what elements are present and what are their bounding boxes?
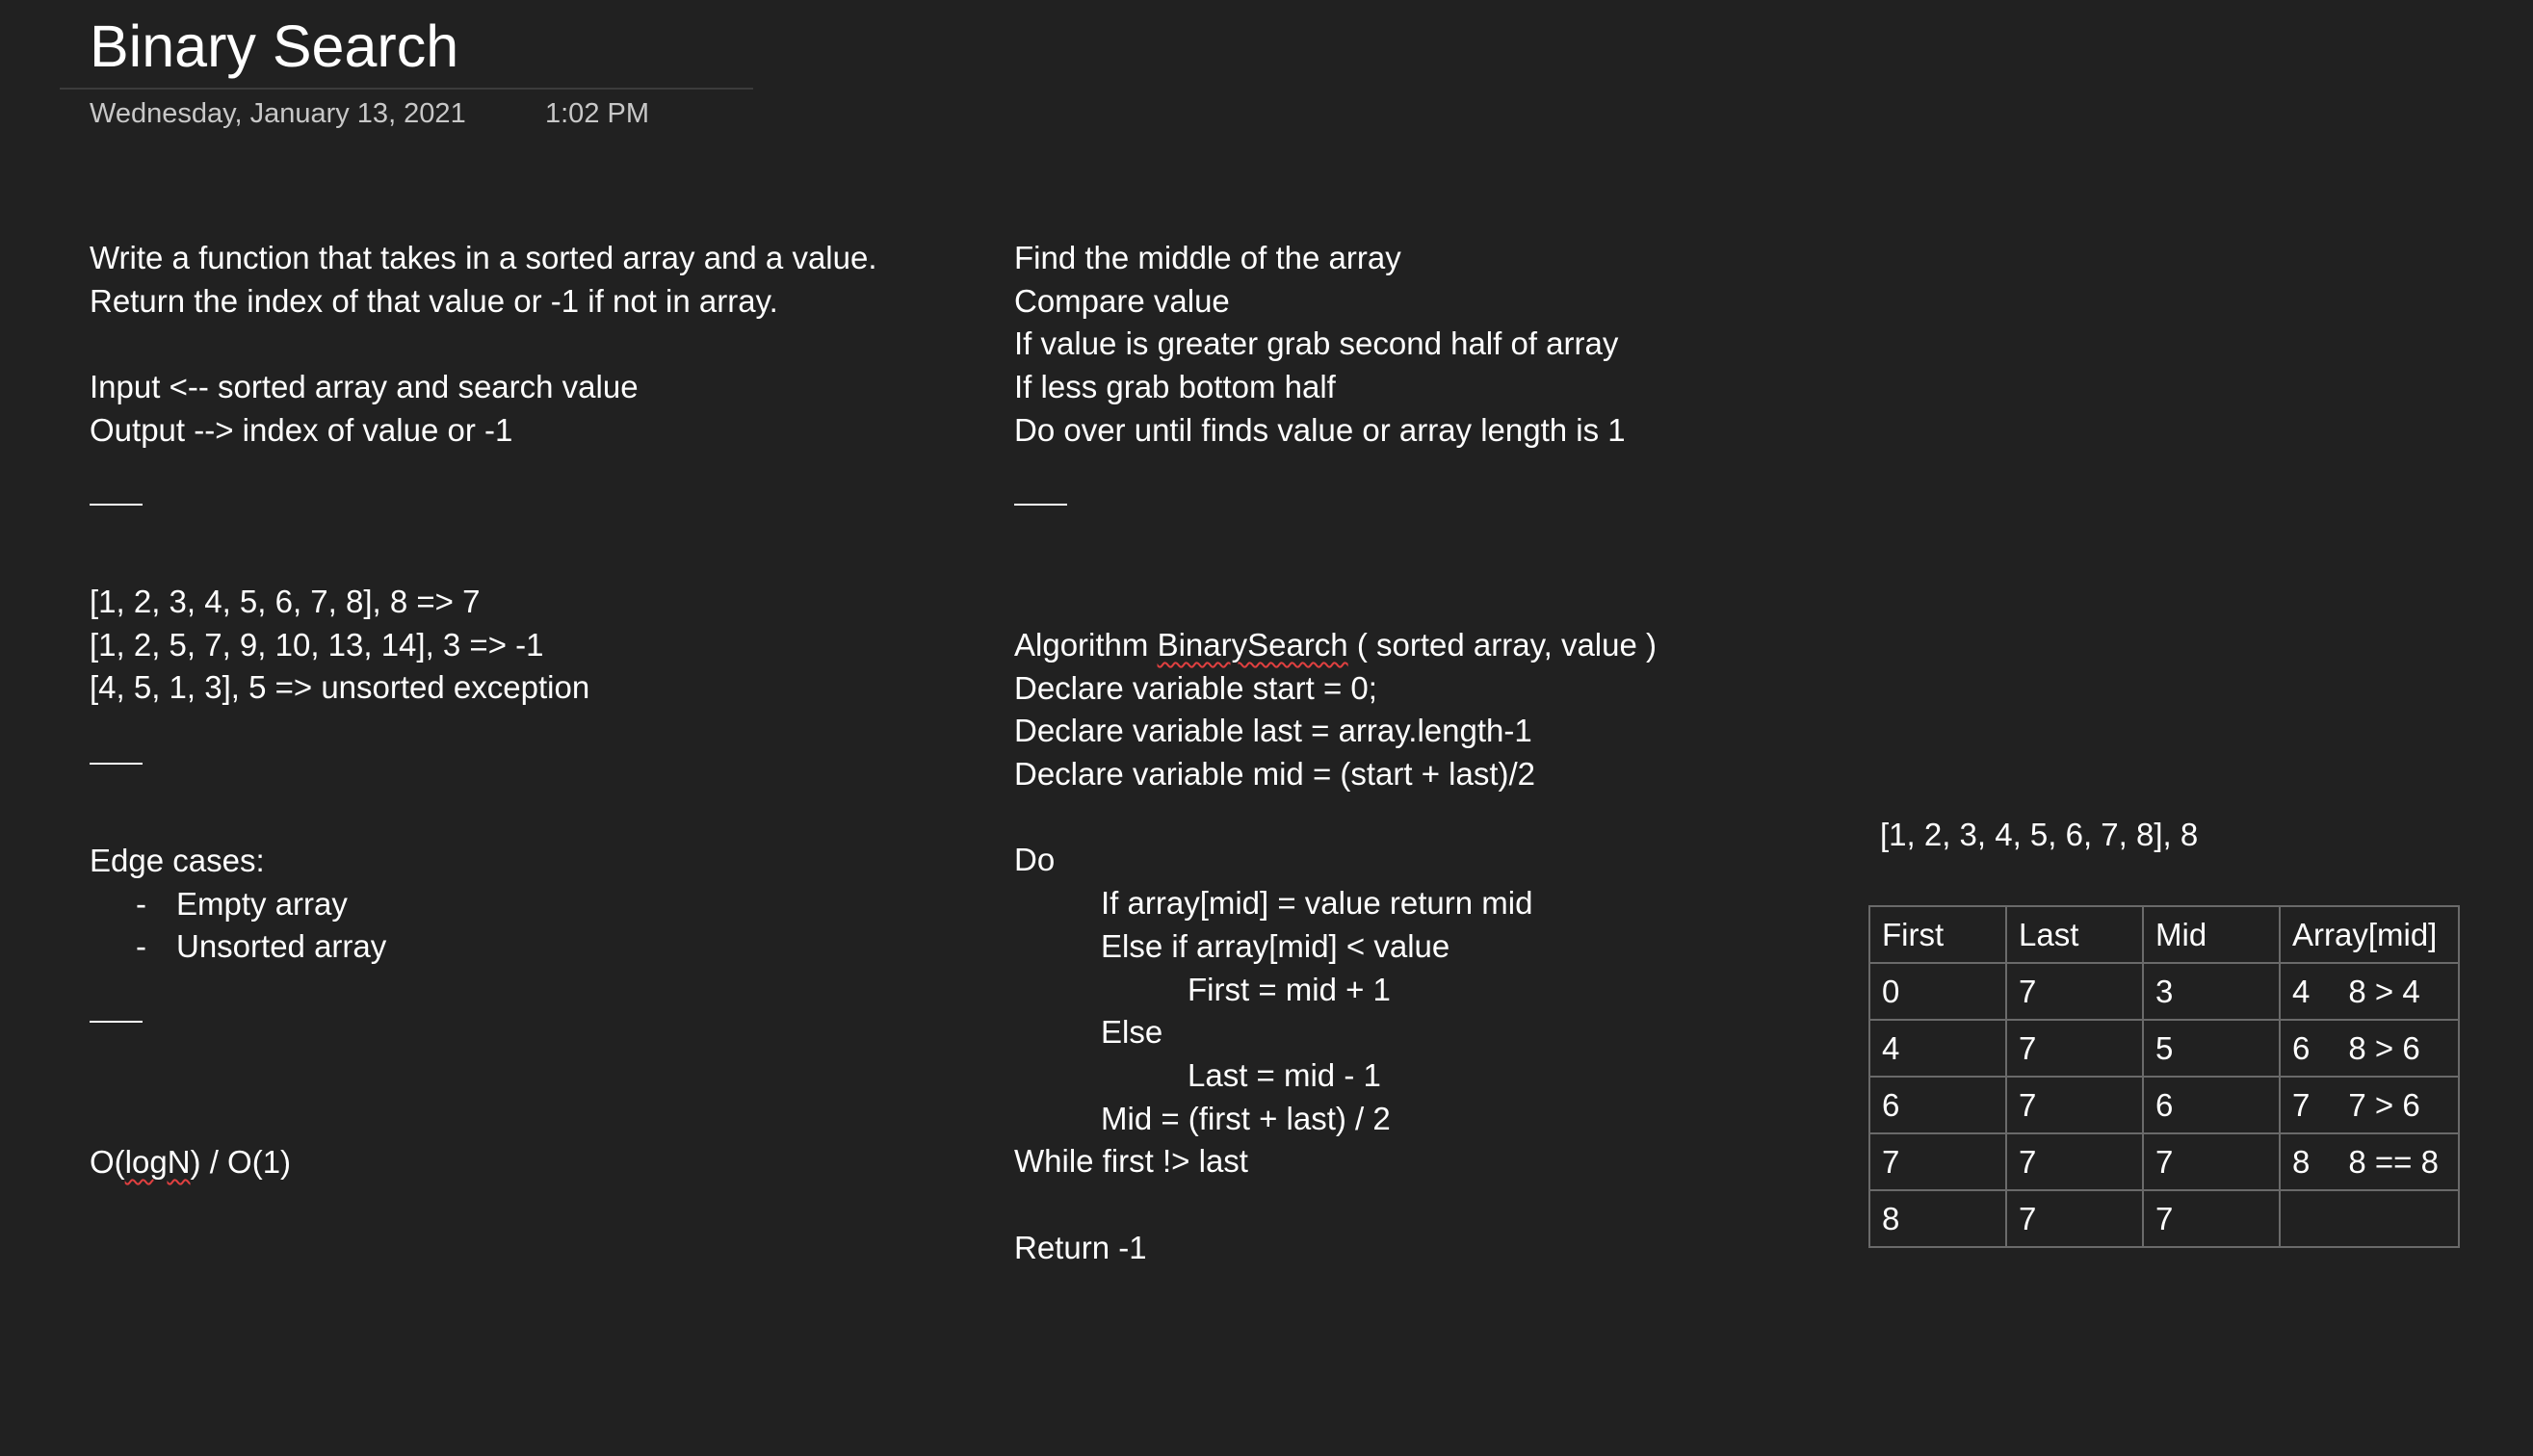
loop-if: If array[mid] = value return mid <box>1101 885 1533 922</box>
loop-else: Else <box>1101 1014 1163 1051</box>
declaration-line: Declare variable start = 0; <box>1014 669 1377 706</box>
cell-value: 8 <box>2292 1143 2311 1180</box>
problem-line: Write a function that takes in a sorted … <box>90 240 877 275</box>
examples-block[interactable]: [1, 2, 3, 4, 5, 6, 7, 8], 8 => 7 [1, 2, … <box>90 581 589 710</box>
algorithm-block[interactable]: Algorithm BinarySearch ( sorted array, v… <box>1014 624 1657 1269</box>
cell-first[interactable]: 7 <box>1868 1132 2007 1191</box>
declaration-line: Declare variable mid = (start + last)/2 <box>1014 756 1536 793</box>
cell-mid[interactable]: 5 <box>2142 1019 2281 1078</box>
column-header-mid[interactable]: Mid <box>2142 905 2281 964</box>
page-date: Wednesday, January 13, 2021 <box>90 98 466 129</box>
cell-array-mid[interactable]: 8 8 == 8 <box>2279 1132 2460 1191</box>
spellcheck-word[interactable]: BinarySearch <box>1158 627 1348 663</box>
table-row: 8 7 7 <box>1868 1189 2460 1248</box>
trace-table[interactable]: First Last Mid Array[mid] 0 7 3 4 8 > 4 4… <box>1868 905 2460 1248</box>
algorithm-signature: Algorithm BinarySearch ( sorted array, v… <box>1014 624 1657 667</box>
cell-last[interactable]: 7 <box>2005 962 2144 1021</box>
cell-mid[interactable]: 7 <box>2142 1189 2281 1248</box>
table-row: 4 7 5 6 8 > 6 <box>1868 1019 2460 1078</box>
return-line: Return -1 <box>1014 1229 1147 1265</box>
algo-suffix: ( sorted array, value ) <box>1347 627 1658 663</box>
section-separator <box>90 504 143 506</box>
complexity-prefix: O( <box>90 1144 125 1180</box>
algo-prefix: Algorithm <box>1014 627 1158 663</box>
complexity-suffix: ) / O(1) <box>190 1144 292 1180</box>
approach-line: Find the middle of the array <box>1014 240 1401 275</box>
approach-line: Compare value <box>1014 282 1230 319</box>
cell-value: 6 <box>2292 1029 2311 1066</box>
cell-last[interactable]: 7 <box>2005 1019 2144 1078</box>
cell-array-mid[interactable]: 4 8 > 4 <box>2279 962 2460 1021</box>
cell-comparison: 8 > 4 <box>2348 973 2420 1009</box>
output-line: Output --> index of value or -1 <box>90 411 513 448</box>
cell-first[interactable]: 0 <box>1868 962 2007 1021</box>
section-separator <box>1014 504 1067 506</box>
edge-cases-title: Edge cases: <box>90 843 265 878</box>
cell-array-mid[interactable] <box>2279 1189 2460 1248</box>
left-note-block[interactable]: Write a function that takes in a sorted … <box>90 237 877 452</box>
loop-mid-assign: Mid = (first + last) / 2 <box>1101 1100 1391 1136</box>
loop-last-assign: Last = mid - 1 <box>1188 1056 1381 1093</box>
edge-case-label: Empty array <box>176 885 348 922</box>
column-header-first[interactable]: First <box>1868 905 2007 964</box>
trace-input-label[interactable]: [1, 2, 3, 4, 5, 6, 7, 8], 8 <box>1880 814 2198 856</box>
loop-do: Do <box>1014 842 1056 878</box>
edge-case-label: Unsorted array <box>176 928 387 965</box>
example-line: [1, 2, 3, 4, 5, 6, 7, 8], 8 => 7 <box>90 584 481 619</box>
table-row: 7 7 7 8 8 == 8 <box>1868 1132 2460 1191</box>
edge-case-item: - Empty array <box>90 883 386 926</box>
cell-last[interactable]: 7 <box>2005 1189 2144 1248</box>
loop-first-assign: First = mid + 1 <box>1188 971 1391 1007</box>
cell-first[interactable]: 6 <box>1868 1076 2007 1134</box>
cell-comparison: 7 > 6 <box>2348 1086 2420 1123</box>
cell-mid[interactable]: 6 <box>2142 1076 2281 1134</box>
example-line: [4, 5, 1, 3], 5 => unsorted exception <box>90 669 590 706</box>
approach-line: If less grab bottom half <box>1014 369 1336 405</box>
cell-first[interactable]: 8 <box>1868 1189 2007 1248</box>
table-row: 0 7 3 4 8 > 4 <box>1868 962 2460 1021</box>
problem-line: Return the index of that value or -1 if … <box>90 282 778 319</box>
approach-line: Do over until finds value or array lengt… <box>1014 411 1626 448</box>
edge-cases-block[interactable]: Edge cases: - Empty array - Unsorted array <box>90 840 386 969</box>
complexity-line: O(logN) / O(1) <box>90 1141 291 1184</box>
page-title[interactable]: Binary Search <box>90 8 458 85</box>
section-separator <box>90 763 143 765</box>
cell-comparison: 8 == 8 <box>2348 1143 2439 1180</box>
input-line: Input <-- sorted array and search value <box>90 369 639 405</box>
edge-case-item: - Unsorted array <box>90 925 386 969</box>
section-separator <box>90 1021 143 1023</box>
loop-while: While first !> last <box>1014 1143 1248 1180</box>
example-line: [1, 2, 5, 7, 9, 10, 13, 14], 3 => -1 <box>90 626 544 663</box>
page-time: 1:02 PM <box>545 98 649 129</box>
cell-value: 4 <box>2292 973 2311 1009</box>
loop-elseif: Else if array[mid] < value <box>1101 927 1450 964</box>
cell-last[interactable]: 7 <box>2005 1076 2144 1134</box>
cell-comparison: 8 > 6 <box>2348 1029 2420 1066</box>
approach-block[interactable]: Find the middle of the array Compare val… <box>1014 237 1626 452</box>
cell-array-mid[interactable]: 7 7 > 6 <box>2279 1076 2460 1134</box>
table-header-row: First Last Mid Array[mid] <box>1868 905 2460 964</box>
cell-first[interactable]: 4 <box>1868 1019 2007 1078</box>
cell-value: 7 <box>2292 1086 2311 1123</box>
cell-last[interactable]: 7 <box>2005 1132 2144 1191</box>
bullet-marker: - <box>136 885 146 922</box>
column-header-array-mid[interactable]: Array[mid] <box>2279 905 2460 964</box>
spellcheck-word[interactable]: logN <box>125 1144 191 1180</box>
cell-mid[interactable]: 7 <box>2142 1132 2281 1191</box>
title-divider <box>60 88 753 90</box>
complexity-block[interactable]: O(logN) / O(1) <box>90 1141 291 1184</box>
cell-mid[interactable]: 3 <box>2142 962 2281 1021</box>
declaration-line: Declare variable last = array.length-1 <box>1014 713 1532 749</box>
cell-array-mid[interactable]: 6 8 > 6 <box>2279 1019 2460 1078</box>
table-row: 6 7 6 7 7 > 6 <box>1868 1076 2460 1134</box>
bullet-marker: - <box>136 928 146 965</box>
approach-line: If value is greater grab second half of … <box>1014 325 1619 362</box>
column-header-last[interactable]: Last <box>2005 905 2144 964</box>
